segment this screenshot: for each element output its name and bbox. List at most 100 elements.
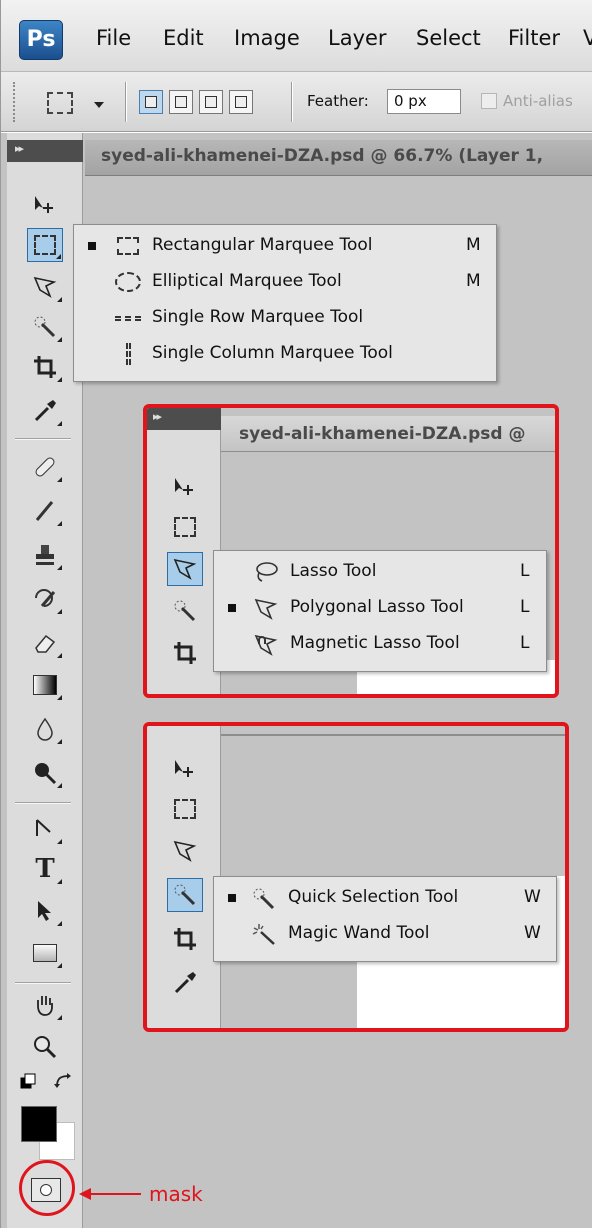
- tool-preset-marquee-icon[interactable]: [47, 92, 73, 114]
- quick-selection-tool-icon[interactable]: [27, 310, 63, 344]
- photoshop-logo[interactable]: Ps: [19, 20, 63, 60]
- lasso-tools-flyout: Lasso Tool L Polygonal Lasso Tool L Magn…: [213, 550, 547, 672]
- flyout-item-quick-selection[interactable]: Quick Selection Tool W: [214, 881, 556, 915]
- collapse-icon[interactable]: ▸▸: [15, 142, 24, 155]
- intersect-selection-button[interactable]: [229, 90, 253, 114]
- separator: [291, 82, 292, 122]
- default-colors-icon[interactable]: [15, 1068, 45, 1096]
- clone-stamp-tool-icon[interactable]: [27, 538, 63, 572]
- anti-alias-checkbox[interactable]: [481, 93, 497, 109]
- separator: [125, 82, 126, 122]
- move-tool-icon: [167, 752, 203, 786]
- photoshop-window: Ps File Edit Image Layer Select Filter V…: [0, 0, 592, 1228]
- polygonal-lasso-tool-icon[interactable]: [27, 270, 63, 304]
- shortcut-key: M: [466, 271, 481, 291]
- swap-colors-icon[interactable]: [49, 1068, 79, 1096]
- flyout-item-polygonal-lasso[interactable]: Polygonal Lasso Tool L: [214, 591, 546, 625]
- single-row-marquee-icon: [114, 305, 142, 331]
- zoom-tool-icon[interactable]: [27, 1030, 63, 1064]
- flyout-item-label: Rectangular Marquee Tool: [152, 235, 373, 255]
- inset-document-tab: syed-ali-khamenei-DZA.psd @: [239, 424, 526, 444]
- shortcut-key: W: [524, 923, 541, 943]
- flyout-item-label: Single Column Marquee Tool: [152, 343, 393, 363]
- flyout-item-label: Lasso Tool: [290, 561, 377, 581]
- new-selection-button[interactable]: [139, 90, 163, 114]
- flyout-item-single-column-marquee[interactable]: Single Column Marquee Tool: [74, 337, 496, 371]
- polygonal-lasso-tool-icon: [167, 834, 203, 868]
- subtract-from-selection-button[interactable]: [199, 90, 223, 114]
- menu-file[interactable]: File: [96, 26, 131, 50]
- inset-document-tab-bar: syed-ali-khamenei-DZA.psd @: [221, 416, 555, 452]
- menu-layer[interactable]: Layer: [328, 26, 387, 50]
- flyout-item-magic-wand[interactable]: Magic Wand Tool W: [214, 917, 556, 951]
- menu-filter[interactable]: Filter: [508, 26, 560, 50]
- menu-edit[interactable]: Edit: [163, 26, 204, 50]
- pen-tool-icon[interactable]: [27, 812, 63, 846]
- quick-selection-icon: [250, 885, 278, 911]
- path-selection-tool-icon[interactable]: [27, 894, 63, 928]
- menu-select[interactable]: Select: [416, 26, 481, 50]
- document-tab[interactable]: syed-ali-khamenei-DZA.psd @ 66.7% (Layer…: [101, 146, 543, 166]
- type-tool-icon[interactable]: T: [27, 852, 63, 886]
- menu-view[interactable]: V: [583, 26, 592, 50]
- flyout-item-label: Magic Wand Tool: [288, 923, 430, 943]
- feather-label: Feather:: [307, 92, 369, 110]
- polygonal-lasso-icon: [252, 595, 280, 621]
- blur-tool-icon[interactable]: [27, 712, 63, 746]
- magic-wand-icon: [250, 921, 278, 947]
- quick-selection-inset: Quick Selection Tool W Magic Wand Tool W: [143, 722, 569, 1032]
- dodge-tool-icon[interactable]: [27, 756, 63, 790]
- eraser-tool-icon[interactable]: [27, 626, 63, 660]
- tool-preset-dropdown-icon[interactable]: [94, 102, 104, 108]
- flyout-item-single-row-marquee[interactable]: Single Row Marquee Tool: [74, 301, 496, 335]
- rectangular-marquee-tool-icon[interactable]: [27, 228, 63, 262]
- shortcut-key: M: [466, 235, 481, 255]
- rectangular-marquee-tool-icon: [167, 792, 203, 826]
- magnetic-lasso-icon: [252, 631, 280, 657]
- selected-indicator: [88, 242, 96, 250]
- flyout-item-label: Elliptical Marquee Tool: [152, 271, 342, 291]
- options-bar-grip[interactable]: [13, 82, 17, 122]
- menu-image[interactable]: Image: [234, 26, 300, 50]
- crop-tool-icon[interactable]: [27, 350, 63, 384]
- flyout-item-elliptical-marquee[interactable]: Elliptical Marquee Tool M: [74, 265, 496, 299]
- selected-indicator: [228, 894, 236, 902]
- shape-tool-icon[interactable]: [27, 936, 63, 970]
- flyout-item-magnetic-lasso[interactable]: Magnetic Lasso Tool L: [214, 627, 546, 661]
- move-tool-icon: [167, 470, 203, 504]
- shortcut-key: L: [520, 633, 530, 653]
- tools-panel-header[interactable]: ▸▸: [7, 140, 83, 162]
- brush-tool-icon[interactable]: [27, 494, 63, 528]
- inset-panel-header: ▸▸: [147, 408, 221, 430]
- healing-brush-tool-icon[interactable]: [27, 450, 63, 484]
- hand-tool-icon[interactable]: [27, 988, 63, 1022]
- quick-selection-tool-icon: [167, 594, 203, 628]
- history-brush-tool-icon[interactable]: [27, 582, 63, 616]
- tools-separator: [15, 802, 71, 804]
- eyedropper-tool-icon: [167, 966, 203, 1000]
- flyout-item-lasso[interactable]: Lasso Tool L: [214, 555, 546, 589]
- inset-divider: [221, 734, 565, 736]
- feather-input[interactable]: 0 px: [387, 89, 461, 114]
- lasso-tools-inset: ▸▸ syed-ali-khamenei-DZA.psd @ Lasso Too…: [143, 404, 559, 698]
- foreground-color-swatch[interactable]: [21, 1106, 57, 1142]
- flyout-item-label: Magnetic Lasso Tool: [290, 633, 460, 653]
- eyedropper-tool-icon[interactable]: [27, 394, 63, 428]
- single-column-marquee-icon: [114, 341, 142, 367]
- selected-indicator: [228, 604, 236, 612]
- gradient-tool-icon[interactable]: [27, 668, 63, 702]
- flyout-item-rectangular-marquee[interactable]: Rectangular Marquee Tool M: [74, 229, 496, 263]
- quick-selection-flyout: Quick Selection Tool W Magic Wand Tool W: [213, 876, 557, 962]
- flyout-item-label: Quick Selection Tool: [288, 887, 459, 907]
- crop-tool-icon: [167, 922, 203, 956]
- tools-separator: [15, 982, 71, 984]
- rectangular-marquee-tool-icon: [167, 510, 203, 544]
- document-tab-bar: syed-ali-khamenei-DZA.psd @ 66.7% (Layer…: [85, 140, 592, 176]
- flyout-item-label: Single Row Marquee Tool: [152, 307, 364, 327]
- shortcut-key: L: [520, 561, 530, 581]
- move-tool-icon[interactable]: [27, 188, 63, 222]
- menu-bar: Ps File Edit Image Layer Select Filter V: [1, 0, 592, 72]
- marquee-tools-flyout: Rectangular Marquee Tool M Elliptical Ma…: [73, 224, 497, 382]
- add-to-selection-button[interactable]: [169, 90, 193, 114]
- options-bar: Feather: 0 px Anti-alias: [1, 72, 592, 132]
